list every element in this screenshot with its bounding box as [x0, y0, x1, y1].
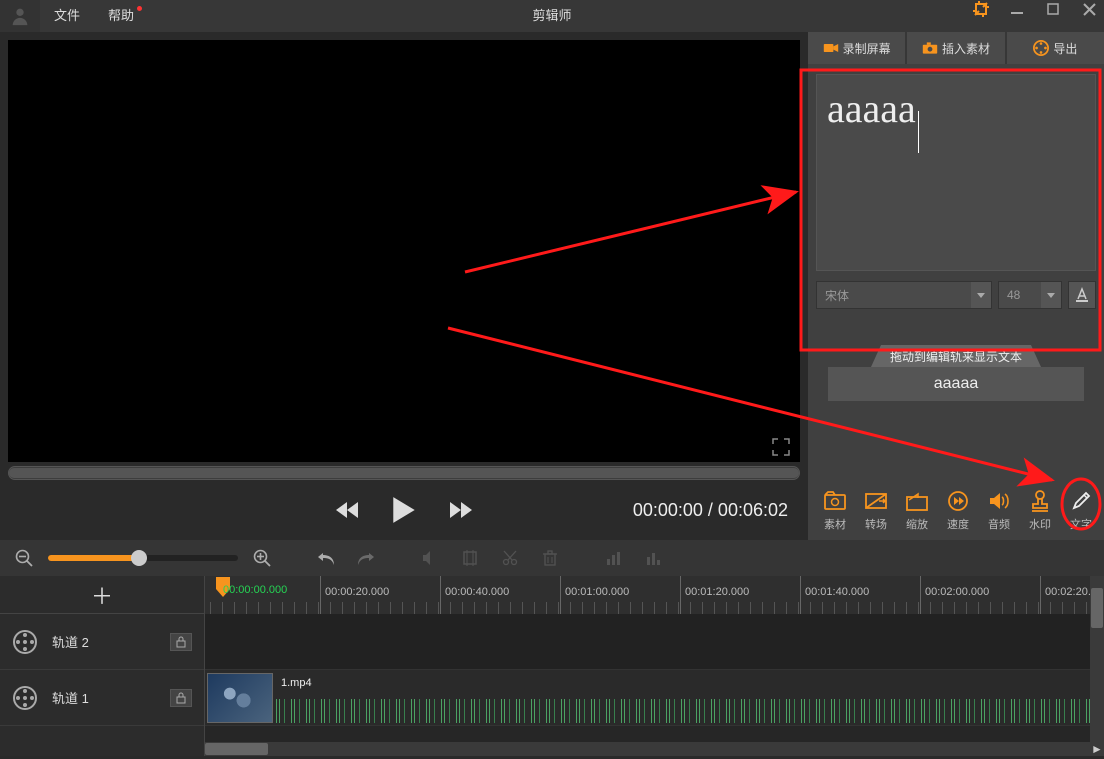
tab-insert-label: 插入素材: [942, 40, 990, 57]
timeline-ruler[interactable]: 00:00:00.000 00:00:20.00000:00:40.00000:…: [205, 576, 1104, 614]
tool-transition[interactable]: 转场: [857, 486, 895, 534]
tab-record-screen[interactable]: 录制屏幕: [808, 32, 905, 64]
menu-help-label: 帮助: [108, 0, 134, 32]
playhead-time: 00:00:00.000: [223, 584, 287, 596]
transition-icon: [864, 489, 888, 513]
tab-export[interactable]: 导出: [1007, 32, 1104, 64]
cut-button[interactable]: [500, 548, 520, 568]
tool-speed[interactable]: 速度: [939, 486, 977, 534]
film-reel-icon: [12, 629, 38, 655]
stamp-icon: [1028, 489, 1052, 513]
track-row-2[interactable]: [205, 614, 1104, 670]
clip-1[interactable]: 1.mp4: [207, 673, 1104, 723]
menu-file[interactable]: 文件: [40, 0, 94, 32]
camera-icon: [922, 40, 938, 56]
levels1-button[interactable]: [604, 548, 624, 568]
tool-watermark[interactable]: 水印: [1021, 486, 1059, 534]
text-edit-panel: aaaaa: [816, 74, 1096, 271]
text-color-icon: [1074, 287, 1090, 303]
tool-text-label: 文字: [1070, 516, 1092, 532]
drag-preview-text: aaaaa: [934, 375, 979, 393]
track-1-lock[interactable]: [170, 689, 192, 707]
timeline-vscroll[interactable]: [1090, 576, 1104, 742]
timeline-hscroll[interactable]: ◄ ►: [205, 742, 1104, 756]
clip-waveform: [275, 679, 1104, 723]
chevron-down-icon: [971, 282, 991, 308]
notification-dot: [137, 6, 142, 11]
play-button[interactable]: [384, 490, 424, 530]
track-1-name: 轨道 1: [52, 688, 156, 707]
fullscreen-icon[interactable]: [772, 438, 790, 456]
restore-down-icon[interactable]: [972, 0, 990, 18]
text-cursor: [918, 111, 919, 153]
next-frame-button[interactable]: [444, 494, 476, 526]
tab-record-label: 录制屏幕: [843, 40, 891, 57]
font-family-select[interactable]: 宋体: [816, 281, 992, 309]
track-row-1[interactable]: 1.mp4: [205, 670, 1104, 726]
zoom-slider[interactable]: [48, 555, 238, 561]
avatar[interactable]: [0, 0, 40, 32]
tool-material[interactable]: 素材: [816, 486, 854, 534]
track-2-name: 轨道 2: [52, 632, 156, 651]
menu-file-label: 文件: [54, 0, 80, 32]
maximize-button[interactable]: [1044, 0, 1062, 18]
font-size-value: 48: [1007, 288, 1020, 302]
tool-scale-label: 缩放: [906, 516, 928, 532]
preview-scrollbar[interactable]: [8, 466, 800, 480]
tool-watermark-label: 水印: [1029, 516, 1051, 532]
speed-icon: [946, 489, 970, 513]
font-family-value: 宋体: [825, 287, 849, 304]
zoom-in-button[interactable]: [252, 548, 272, 568]
close-button[interactable]: [1080, 0, 1098, 18]
clip-thumbnail: [207, 673, 273, 723]
scroll-right-icon[interactable]: ►: [1090, 742, 1104, 756]
chevron-down-icon: [1041, 282, 1061, 308]
font-size-select[interactable]: 48: [998, 281, 1062, 309]
text-color-button[interactable]: [1068, 281, 1096, 309]
zoom-out-button[interactable]: [14, 548, 34, 568]
track-header-2[interactable]: 轨道 2: [0, 614, 204, 670]
video-preview[interactable]: [8, 40, 800, 462]
tool-scale[interactable]: 缩放: [898, 486, 936, 534]
redo-button[interactable]: [356, 548, 376, 568]
tab-insert-material[interactable]: 插入素材: [907, 32, 1004, 64]
speaker-icon: [987, 489, 1011, 513]
tool-text[interactable]: 文字: [1062, 486, 1100, 534]
tool-material-label: 素材: [824, 516, 846, 532]
crop-button[interactable]: [460, 548, 480, 568]
prev-frame-button[interactable]: [332, 494, 364, 526]
tab-export-label: 导出: [1053, 40, 1077, 57]
pencil-icon: [1069, 489, 1093, 513]
track-header-1[interactable]: 轨道 1: [0, 670, 204, 726]
undo-button[interactable]: [316, 548, 336, 568]
tool-transition-label: 转场: [865, 516, 887, 532]
menu-help[interactable]: 帮助: [94, 0, 148, 32]
minimize-button[interactable]: [1008, 0, 1026, 18]
add-track-button[interactable]: ＋: [0, 576, 204, 614]
camcorder-icon: [823, 40, 839, 56]
film-reel-icon: [1033, 40, 1049, 56]
drag-hint-tab: 拖动到编辑轨来显示文本: [871, 345, 1041, 367]
levels2-button[interactable]: [644, 548, 664, 568]
mute-button[interactable]: [420, 548, 440, 568]
scale-icon: [905, 489, 929, 513]
app-title: 剪辑师: [532, 0, 571, 32]
tool-audio[interactable]: 音频: [980, 486, 1018, 534]
tool-audio-label: 音频: [988, 516, 1010, 532]
time-display: 00:00:00 / 00:06:02: [633, 500, 788, 521]
text-input-area[interactable]: aaaaa: [817, 75, 1095, 270]
user-icon: [9, 5, 31, 27]
tool-speed-label: 速度: [947, 516, 969, 532]
delete-button[interactable]: [540, 548, 560, 568]
text-content: aaaaa: [827, 86, 916, 131]
text-drag-handle[interactable]: aaaaa: [828, 367, 1084, 401]
track-2-lock[interactable]: [170, 633, 192, 651]
drag-hint-label: 拖动到编辑轨来显示文本: [890, 348, 1022, 365]
folder-icon: [823, 489, 847, 513]
film-reel-icon: [12, 685, 38, 711]
